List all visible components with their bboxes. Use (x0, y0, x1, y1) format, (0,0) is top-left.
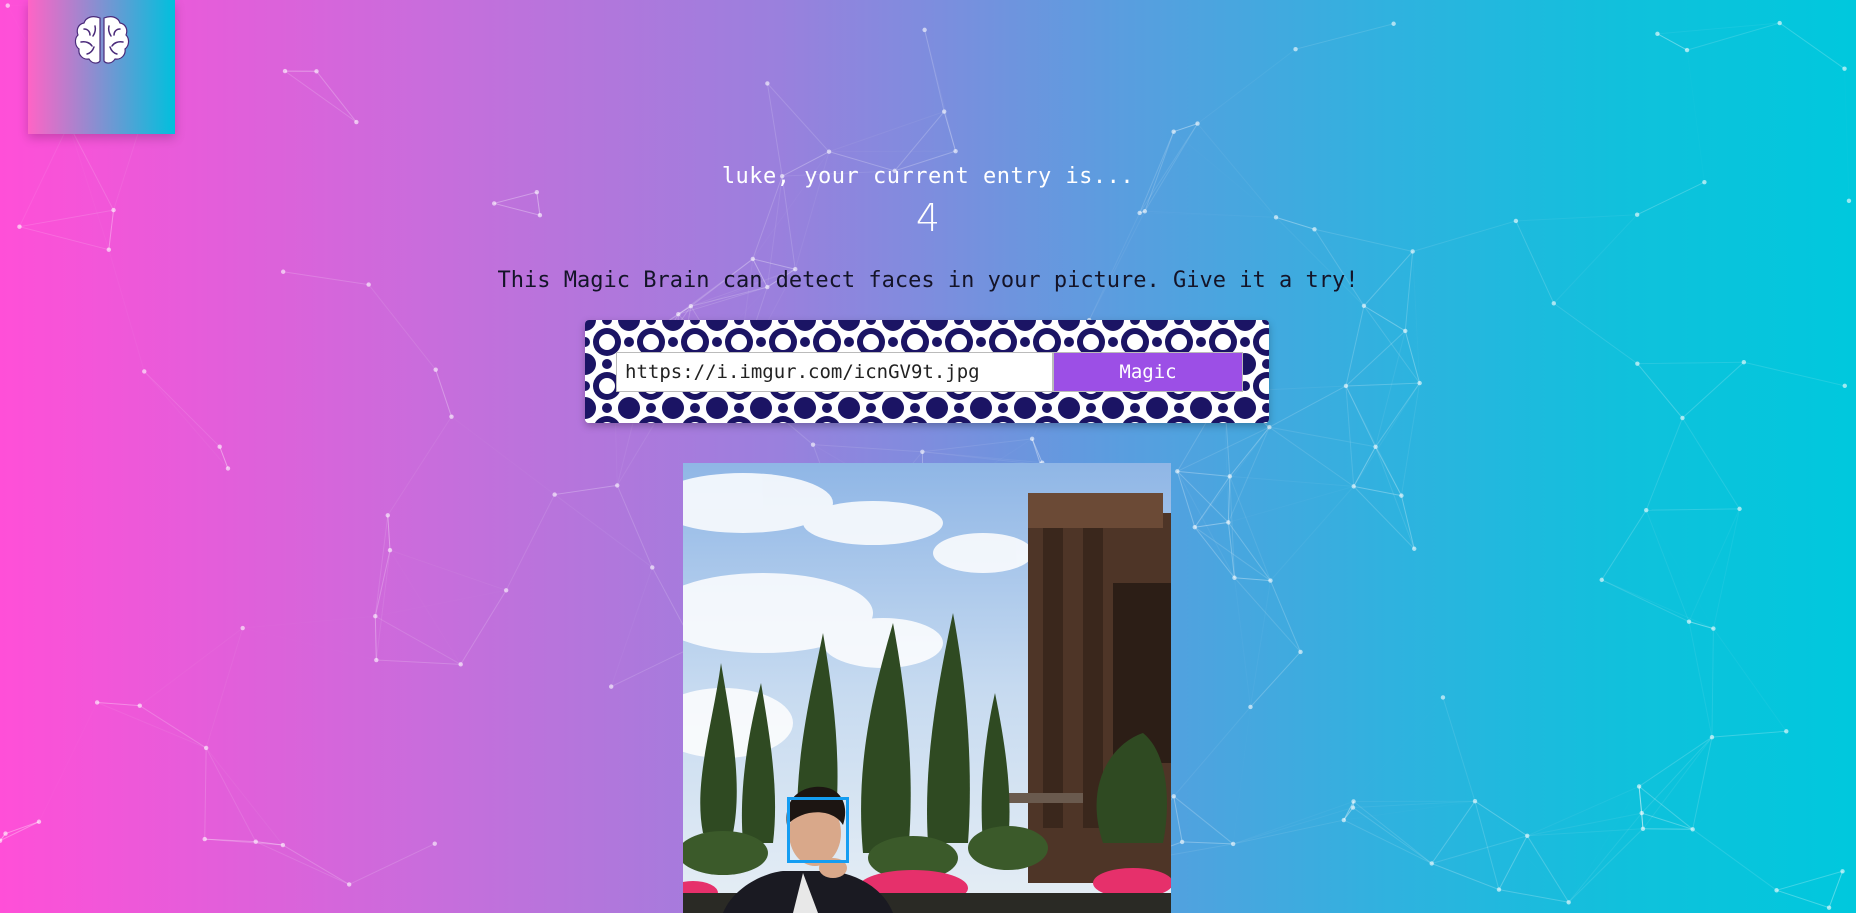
logo-card[interactable] (28, 0, 175, 134)
image-url-input[interactable] (616, 352, 1053, 392)
entry-message: luke, your current entry is... (721, 164, 1135, 189)
face-bounding-box (787, 797, 849, 863)
tagline: This Magic Brain can detect faces in you… (497, 268, 1359, 293)
uploaded-photo (683, 463, 1171, 913)
magic-button[interactable]: Magic (1053, 352, 1243, 392)
brain-icon (74, 16, 130, 64)
entry-count: 4 (915, 196, 941, 240)
image-url-form: Magic (585, 320, 1269, 423)
photo-scene (683, 463, 1171, 913)
